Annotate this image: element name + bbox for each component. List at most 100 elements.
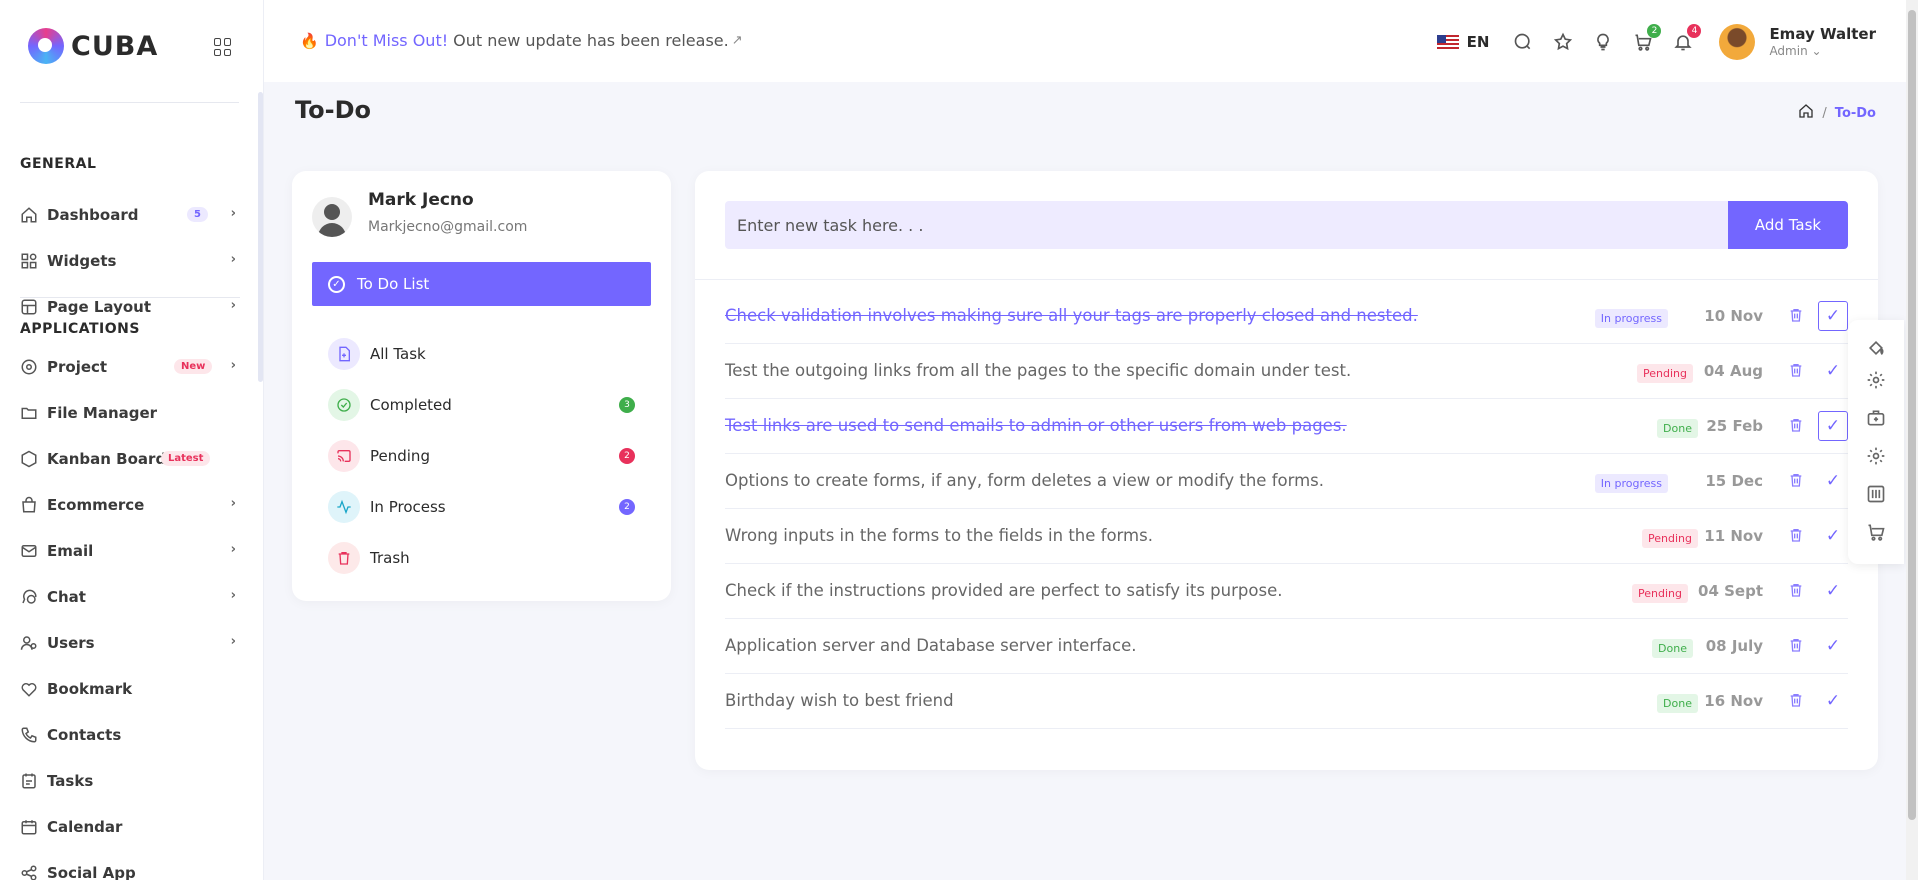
arrow-up-right-icon: ↗ — [731, 33, 743, 48]
complete-check-button[interactable]: ✓ — [1818, 411, 1848, 441]
bell-icon[interactable]: 4 — [1671, 24, 1702, 54]
breadcrumb-separator: / — [1822, 105, 1827, 121]
user-name: Emay Walter — [1769, 25, 1876, 43]
star-icon[interactable] — [1551, 30, 1575, 54]
users-icon — [20, 634, 38, 652]
filter-label: Trash — [370, 549, 410, 567]
gear-icon[interactable] — [1866, 446, 1886, 466]
trash-icon[interactable] — [1788, 472, 1804, 490]
sidebar-item-email[interactable]: Email › — [20, 537, 240, 565]
sidebar-item-label: Widgets — [47, 252, 117, 270]
task-text: Options to create forms, if any, form de… — [725, 471, 1325, 490]
sidebar-item-file-manager[interactable]: File Manager — [20, 399, 240, 427]
trash-icon[interactable] — [1788, 692, 1804, 710]
sidebar-item-social-app[interactable]: Social App — [20, 859, 240, 880]
status-badge: Done — [1652, 639, 1693, 658]
task-date: 15 Dec — [1705, 472, 1763, 490]
check-circle-icon: ✓ — [328, 275, 345, 293]
trash-icon[interactable] — [1788, 582, 1804, 600]
user-role-label: Admin — [1769, 44, 1808, 58]
task-date: 10 Nov — [1704, 307, 1763, 325]
sidebar-item-label: Tasks — [47, 772, 94, 790]
user-role: Admin ⌄ — [1769, 43, 1876, 59]
lightbulb-icon[interactable] — [1591, 30, 1615, 54]
section-title-applications: APPLICATIONS — [20, 321, 140, 337]
chevron-right-icon: › — [230, 358, 236, 373]
status-badge: Pending — [1642, 529, 1698, 548]
task-text: Birthday wish to best friend — [725, 691, 954, 710]
divider — [695, 279, 1878, 280]
new-task-input[interactable] — [725, 201, 1728, 249]
section-title-general: GENERAL — [20, 156, 97, 172]
filter-in-process[interactable]: In Process 2 — [328, 489, 635, 525]
top-header: 🔥 Don't Miss Out! Out new update has bee… — [264, 0, 1914, 82]
sidebar-item-chat[interactable]: Chat › — [20, 583, 240, 611]
cart-icon[interactable] — [1866, 522, 1886, 542]
task-date: 11 Nov — [1704, 527, 1763, 545]
header-actions: EN 2 4 Emay Walter Admin ⌄ — [1436, 24, 1876, 60]
filter-label: Completed — [370, 396, 452, 414]
filter-label: In Process — [370, 498, 446, 516]
sidebar-item-project[interactable]: Project New › — [20, 353, 240, 381]
sidebar-item-contacts[interactable]: Contacts — [20, 721, 240, 749]
cart-icon[interactable]: 2 — [1631, 24, 1662, 54]
filter-pending[interactable]: Pending 2 — [328, 438, 635, 474]
trash-icon — [328, 542, 360, 574]
add-task-button[interactable]: Add Task — [1728, 201, 1848, 249]
trash-icon[interactable] — [1788, 417, 1804, 435]
announcement[interactable]: 🔥 Don't Miss Out! Out new update has bee… — [300, 31, 743, 50]
chevron-right-icon: › — [230, 252, 236, 267]
task-row: Check if the instructions provided are p… — [725, 564, 1848, 619]
sidebar-item-label: Chat — [47, 588, 86, 606]
filter-completed[interactable]: Completed 3 — [328, 387, 635, 423]
complete-check-button[interactable]: ✓ — [1818, 631, 1848, 661]
sidebar-item-calendar[interactable]: Calendar — [20, 813, 240, 841]
filter-all-task[interactable]: All Task — [328, 336, 635, 372]
medical-kit-icon[interactable] — [1866, 408, 1886, 428]
sidebar-item-tasks[interactable]: Tasks — [20, 767, 240, 795]
complete-check-button[interactable]: ✓ — [1818, 356, 1848, 386]
complete-check-button[interactable]: ✓ — [1818, 466, 1848, 496]
trash-icon[interactable] — [1788, 362, 1804, 380]
todo-list-button[interactable]: ✓ To Do List — [312, 262, 651, 306]
calendar-icon — [20, 818, 38, 836]
user-avatar[interactable] — [1719, 24, 1756, 60]
chat-icon — [20, 588, 38, 606]
sidebar-item-users[interactable]: Users › — [20, 629, 240, 657]
complete-check-button[interactable]: ✓ — [1818, 521, 1848, 551]
complete-check-button[interactable]: ✓ — [1818, 301, 1848, 331]
search-icon[interactable] — [1511, 30, 1535, 54]
cart-count-badge: 2 — [1647, 24, 1662, 38]
us-flag-icon[interactable] — [1436, 35, 1459, 49]
sidebar-scrollbar[interactable] — [258, 92, 263, 382]
grid-toggle-icon[interactable] — [214, 38, 232, 56]
paint-bucket-icon[interactable] — [1866, 338, 1886, 358]
sidebar-item-kanban-board[interactable]: Kanban Board Latest — [20, 445, 240, 473]
sidebar-item-bookmark[interactable]: Bookmark — [20, 675, 240, 703]
sliders-icon[interactable] — [1866, 484, 1886, 504]
sidebar-item-label: Calendar — [47, 818, 123, 836]
divider — [20, 102, 239, 103]
language-selector[interactable]: EN — [1467, 33, 1490, 51]
complete-check-button[interactable]: ✓ — [1818, 686, 1848, 716]
gear-icon[interactable] — [1866, 370, 1886, 390]
chevron-right-icon: › — [230, 634, 236, 649]
trash-icon[interactable] — [1788, 307, 1804, 325]
filter-label: All Task — [370, 345, 426, 363]
complete-check-button[interactable]: ✓ — [1818, 576, 1848, 606]
task-date: 25 Feb — [1706, 417, 1763, 435]
trash-icon[interactable] — [1788, 527, 1804, 545]
trash-icon[interactable] — [1788, 637, 1804, 655]
social-icon — [20, 864, 38, 880]
sidebar-item-dashboard[interactable]: Dashboard 5 › — [20, 201, 240, 229]
scrollbar-thumb[interactable] — [1908, 10, 1916, 820]
filter-trash[interactable]: Trash — [328, 540, 635, 576]
sidebar-item-widgets[interactable]: Widgets › — [20, 247, 240, 275]
sidebar-item-ecommerce[interactable]: Ecommerce › — [20, 491, 240, 519]
page-scrollbar[interactable] — [1906, 0, 1918, 880]
home-icon[interactable] — [1798, 103, 1822, 123]
activity-icon — [328, 491, 360, 523]
status-badge: Done — [1657, 419, 1698, 438]
status-badge: Pending — [1632, 584, 1688, 603]
user-menu[interactable]: Emay Walter Admin ⌄ — [1769, 25, 1876, 59]
